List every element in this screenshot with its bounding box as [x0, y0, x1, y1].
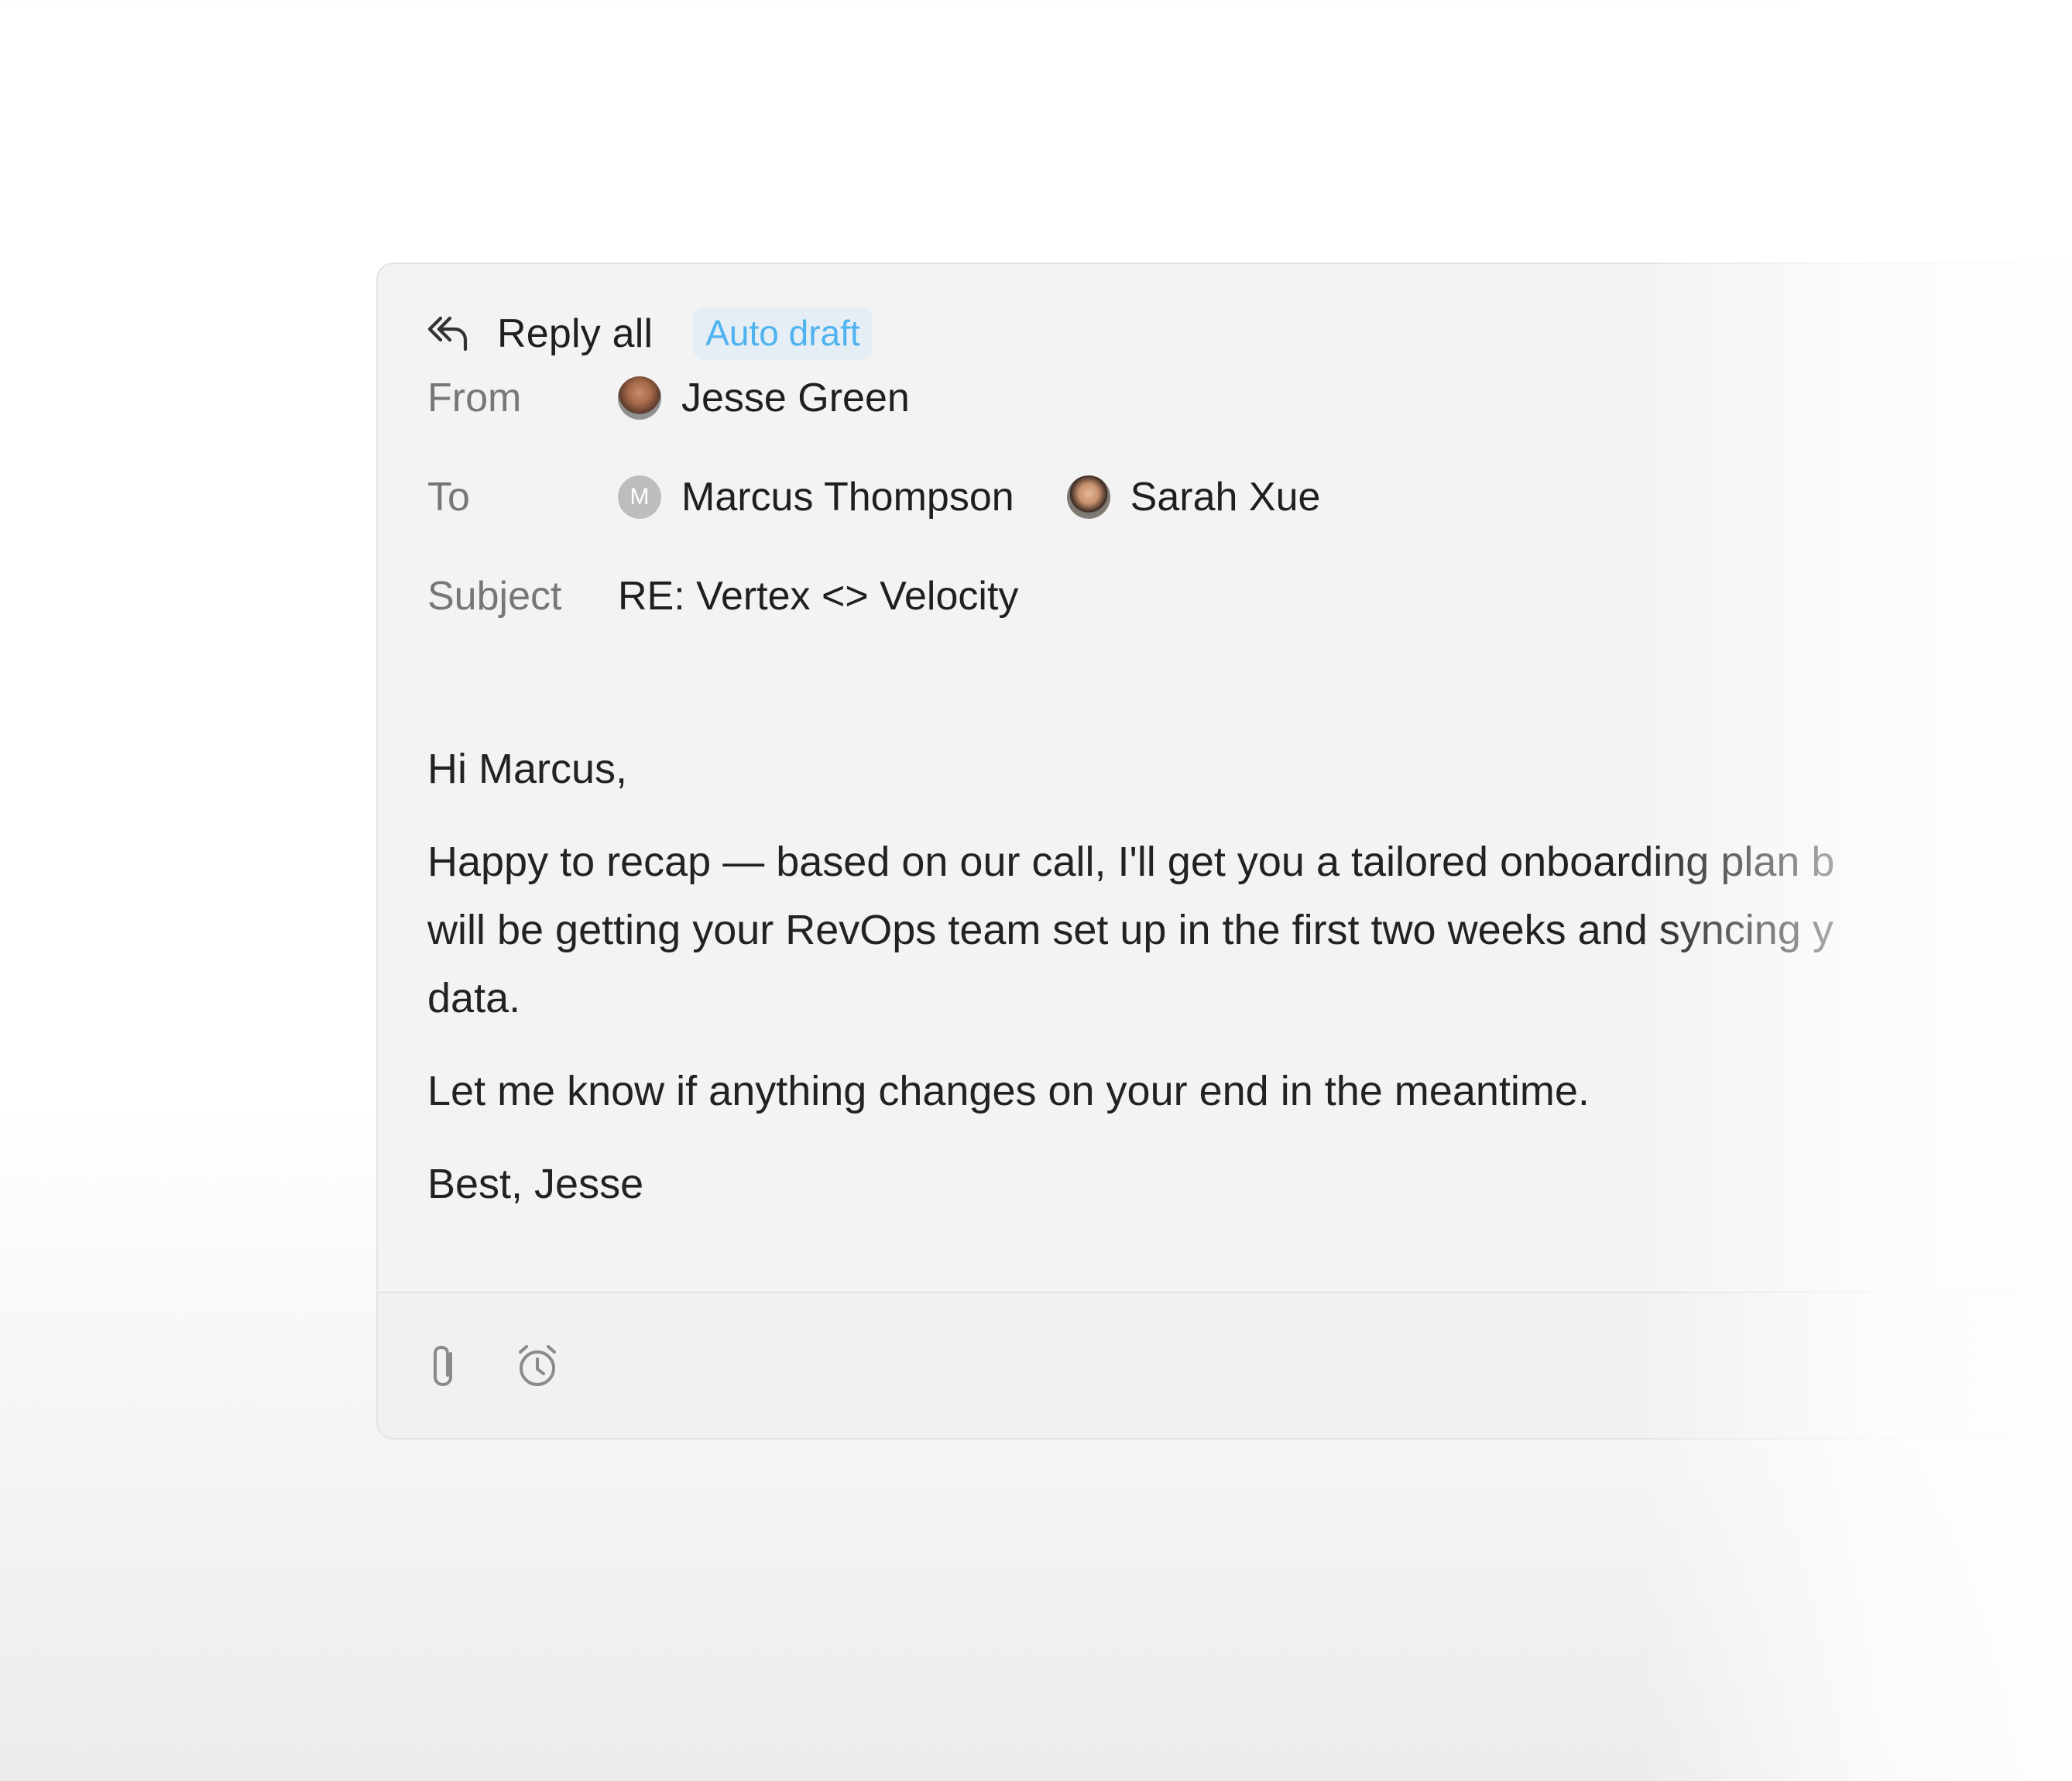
recipient-name: Marcus Thompson — [681, 475, 1014, 520]
message-line: will be getting your RevOps team set up … — [427, 907, 1834, 953]
message-signoff: Best, Jesse — [427, 1161, 644, 1207]
message-line: data. — [427, 975, 521, 1021]
subject-field[interactable]: RE: Vertex <> Velocity — [618, 573, 1018, 619]
avatar: M — [618, 475, 661, 519]
avatar — [618, 376, 661, 420]
message-line: Happy to recap — based on our call, I'll… — [427, 839, 1835, 885]
subject-label: Subject — [427, 574, 562, 619]
from-label: From — [427, 376, 522, 420]
email-composer: Reply all Auto draft From Jesse Green To… — [376, 263, 2072, 1440]
auto-draft-badge: Auto draft — [693, 307, 873, 361]
to-label: To — [427, 475, 470, 520]
composer-footer — [378, 1293, 2072, 1438]
message-body[interactable]: Hi Marcus, Happy to recap — based on our… — [427, 735, 2072, 1243]
to-recipients[interactable]: M Marcus Thompson Sarah Xue — [618, 474, 1373, 520]
subject-row: Subject RE: Vertex <> Velocity — [427, 567, 1018, 626]
sender-name: Jesse Green — [681, 376, 910, 420]
message-paragraph: Happy to recap — based on our call, I'll… — [427, 828, 2072, 1032]
message-greeting: Hi Marcus, — [427, 746, 628, 792]
recipient-chip[interactable]: M Marcus Thompson — [618, 474, 1014, 520]
from-value[interactable]: Jesse Green — [618, 375, 910, 421]
paperclip-icon[interactable] — [421, 1341, 471, 1391]
recipient-chip[interactable]: Sarah Xue — [1066, 474, 1321, 520]
reply-mode-label[interactable]: Reply all — [497, 311, 653, 357]
message-paragraph: Let me know if anything changes on your … — [427, 1068, 1590, 1114]
avatar — [1066, 475, 1110, 519]
recipient-name: Sarah Xue — [1130, 475, 1321, 520]
reply-all-icon[interactable] — [424, 311, 471, 357]
from-row: From Jesse Green — [427, 369, 910, 427]
to-row: To M Marcus Thompson Sarah Xue — [427, 468, 1373, 527]
composer-header: Reply all Auto draft — [424, 304, 873, 363]
alarm-clock-icon[interactable] — [513, 1341, 562, 1391]
